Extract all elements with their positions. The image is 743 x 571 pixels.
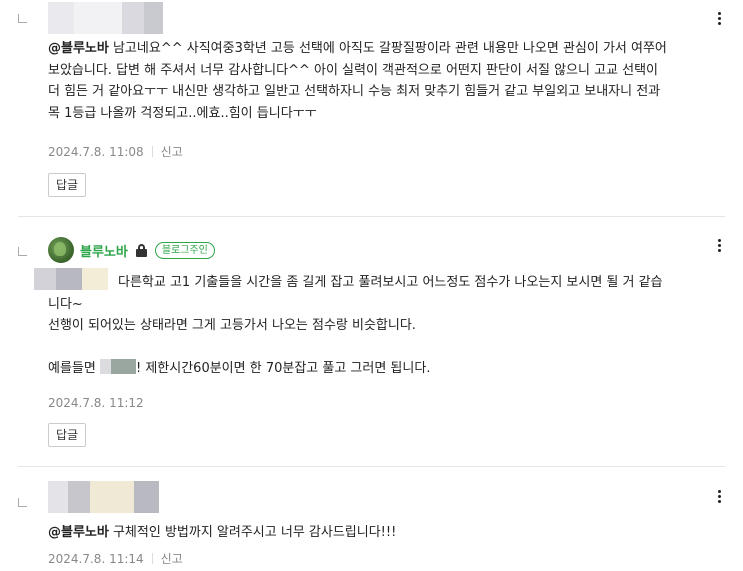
author-nickname[interactable]: 블루노바 (80, 241, 128, 260)
reply-indent-icon (18, 247, 27, 256)
comment-meta: 2024.7.8. 11:12 (48, 396, 144, 410)
comment-text: @블루노바 구체적인 방법까지 알려주시고 너무 감사드립니다!!! (48, 525, 397, 540)
blurred-word (99, 359, 136, 374)
more-options-icon[interactable] (711, 236, 727, 256)
owner-badge: 블로그주인 (154, 241, 215, 259)
comment-text: @블루노바 남고네요^^ 사직여중3학년 고등 선택에 아직도 갈팡질팡이라 관… (48, 41, 667, 121)
comment-text: 다른학교 고1 기출들을 시간을 좀 길게 잡고 풀려보시고 어느정도 점수가 … (48, 275, 663, 376)
report-link[interactable]: 신고 (161, 550, 183, 567)
separator (151, 553, 153, 564)
author-profile: 블루노바 블로그주인 (48, 237, 215, 263)
comment-date: 2024.7.8. 11:12 (48, 396, 144, 410)
mention[interactable]: @블루노바 (48, 41, 109, 56)
reply-indent-icon (18, 498, 27, 507)
lock-icon (135, 243, 147, 257)
blurred-avatar (48, 481, 159, 513)
avatar[interactable] (48, 237, 74, 263)
reply-button[interactable]: 답글 (48, 173, 87, 197)
reply-indent-icon (18, 14, 27, 23)
more-options-icon[interactable] (711, 487, 727, 507)
comment-date: 2024.7.8. 11:14 (48, 551, 144, 566)
divider (18, 216, 725, 217)
divider (18, 466, 725, 467)
more-options-icon[interactable] (711, 9, 727, 29)
comment-meta: 2024.7.8. 11:14 신고 (48, 550, 183, 567)
separator (151, 146, 153, 157)
reply-button[interactable]: 답글 (48, 423, 87, 447)
comment-date: 2024.7.8. 11:08 (48, 144, 144, 159)
mention[interactable]: @블루노바 (48, 525, 109, 540)
blurred-avatar (48, 2, 163, 34)
report-link[interactable]: 신고 (161, 143, 183, 160)
comment-meta: 2024.7.8. 11:08 신고 (48, 143, 183, 160)
